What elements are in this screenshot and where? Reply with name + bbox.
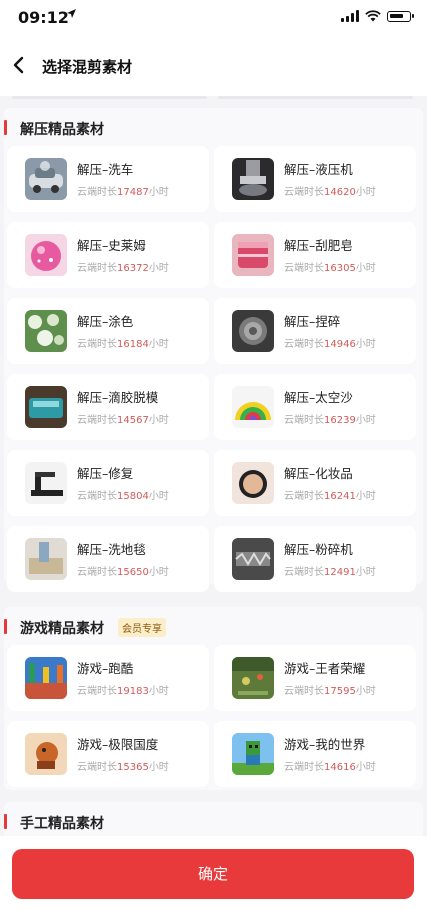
carpet-wash-thumbnail [25, 538, 67, 580]
battery-icon [387, 10, 414, 22]
cosmetics-thumbnail [232, 462, 274, 504]
card-duration: 云端时长16239小时 [284, 415, 376, 426]
back-chevron-icon[interactable] [10, 53, 30, 77]
card-title: 解压–洗车 [77, 162, 134, 177]
repair-thumbnail [25, 462, 67, 504]
card-title: 游戏–王者荣耀 [284, 661, 366, 676]
material-list[interactable]: 解压精品素材 解压–洗车 云端时长17487小时 解压–液压机 云端时长1462… [0, 96, 427, 836]
material-card-minecraft[interactable]: 游戏–我的世界 云端时长14616小时 [214, 721, 416, 787]
section-handcraft: 手工精品素材 [4, 802, 423, 836]
material-card-coloring[interactable]: 解压–涂色 云端时长16184小时 [7, 298, 209, 364]
status-bar: 09:12 [0, 0, 427, 36]
card-duration: 云端时长12491小时 [284, 567, 376, 578]
card-duration: 云端时长17487小时 [77, 187, 169, 198]
section-header: 游戏精品素材 会员专享 [4, 607, 423, 647]
material-card-hydraulic-press[interactable]: 解压–液压机 云端时长14620小时 [214, 146, 416, 212]
card-title: 解压–涂色 [77, 314, 134, 329]
card-title: 解压–太空沙 [284, 390, 353, 405]
material-card-extreme-nation[interactable]: 游戏–极限国度 云端时长15365小时 [7, 721, 209, 787]
card-title: 游戏–我的世界 [284, 737, 366, 752]
card-title: 解压–液压机 [284, 162, 353, 177]
card-title: 游戏–跑酷 [77, 661, 134, 676]
material-card-parkour[interactable]: 游戏–跑酷 云端时长19183小时 [7, 645, 209, 711]
material-card-shredder[interactable]: 解压–粉碎机 云端时长12491小时 [214, 526, 416, 592]
section-accent-bar [4, 120, 7, 135]
card-duration: 云端时长15365小时 [77, 762, 169, 773]
material-card-slime[interactable]: 解压–史莱姆 云端时长16372小时 [7, 222, 209, 288]
card-duration: 云端时长17595小时 [284, 686, 376, 697]
confirm-button[interactable]: 确定 [12, 849, 414, 899]
card-title: 解压–粉碎机 [284, 542, 353, 557]
parkour-thumbnail [25, 657, 67, 699]
card-title: 解压–捏碎 [284, 314, 341, 329]
slime-thumbnail [25, 234, 67, 276]
section-title: 解压精品素材 [20, 122, 104, 138]
epoxy-demold-thumbnail [25, 386, 67, 428]
section-title: 游戏精品素材 [20, 621, 104, 637]
bottom-action-bar: 确定 [0, 836, 427, 909]
material-card-crushing[interactable]: 解压–捏碎 云端时长14946小时 [214, 298, 416, 364]
section-games: 游戏精品素材 会员专享 游戏–跑酷 云端时长19183小时 游戏–王者荣耀 云端… [4, 607, 423, 790]
soap-cutting-thumbnail [232, 234, 274, 276]
kinetic-sand-thumbnail [232, 386, 274, 428]
material-card-kinetic-sand[interactable]: 解压–太空沙 云端时长16239小时 [214, 374, 416, 440]
wifi-icon [365, 10, 381, 22]
page-title: 选择混剪素材 [42, 58, 133, 76]
card-title: 解压–修复 [77, 466, 134, 481]
section-accent-bar [4, 814, 7, 829]
status-time: 09:12 [18, 8, 69, 27]
material-card-repair[interactable]: 解压–修复 云端时长15804小时 [7, 450, 209, 516]
section-header: 解压精品素材 [4, 108, 423, 148]
card-duration: 云端时长15650小时 [77, 567, 169, 578]
card-title: 解压–滴胶脱模 [77, 390, 159, 405]
vip-badge: 会员专享 [118, 618, 166, 637]
card-duration: 云端时长14616小时 [284, 762, 376, 773]
material-card-carpet-wash[interactable]: 解压–洗地毯 云端时长15650小时 [7, 526, 209, 592]
card-duration: 云端时长14620小时 [284, 187, 376, 198]
coloring-thumbnail [25, 310, 67, 352]
car-wash-thumbnail [25, 158, 67, 200]
shredder-thumbnail [232, 538, 274, 580]
section-accent-bar [4, 619, 7, 634]
card-title: 解压–化妆品 [284, 466, 353, 481]
material-card-soap-cutting[interactable]: 解压–刮肥皂 云端时长16305小时 [214, 222, 416, 288]
material-card-honor-of-kings[interactable]: 游戏–王者荣耀 云端时长17595小时 [214, 645, 416, 711]
cellular-signal-icon [341, 10, 359, 22]
previous-cards-edge [0, 96, 427, 100]
minecraft-thumbnail [232, 733, 274, 775]
card-duration: 云端时长14946小时 [284, 339, 376, 350]
navigation-bar: 选择混剪素材 [0, 36, 427, 96]
extreme-nation-thumbnail [25, 733, 67, 775]
card-title: 解压–史莱姆 [77, 238, 146, 253]
card-duration: 云端时长16241小时 [284, 491, 376, 502]
card-duration: 云端时长14567小时 [77, 415, 169, 426]
card-duration: 云端时长16372小时 [77, 263, 169, 274]
honor-of-kings-thumbnail [232, 657, 274, 699]
crushing-thumbnail [232, 310, 274, 352]
material-card-epoxy-demold[interactable]: 解压–滴胶脱模 云端时长14567小时 [7, 374, 209, 440]
material-card-car-wash[interactable]: 解压–洗车 云端时长17487小时 [7, 146, 209, 212]
card-title: 解压–刮肥皂 [284, 238, 353, 253]
section-header: 手工精品素材 [4, 802, 423, 836]
card-duration: 云端时长15804小时 [77, 491, 169, 502]
location-arrow-icon [66, 8, 77, 23]
section-decompress: 解压精品素材 解压–洗车 云端时长17487小时 解压–液压机 云端时长1462… [4, 108, 423, 592]
card-duration: 云端时长19183小时 [77, 686, 169, 697]
material-card-cosmetics[interactable]: 解压–化妆品 云端时长16241小时 [214, 450, 416, 516]
card-duration: 云端时长16184小时 [77, 339, 169, 350]
hydraulic-press-thumbnail [232, 158, 274, 200]
section-title: 手工精品素材 [20, 816, 104, 832]
card-title: 解压–洗地毯 [77, 542, 146, 557]
status-icons [341, 10, 414, 22]
card-duration: 云端时长16305小时 [284, 263, 376, 274]
card-title: 游戏–极限国度 [77, 737, 159, 752]
